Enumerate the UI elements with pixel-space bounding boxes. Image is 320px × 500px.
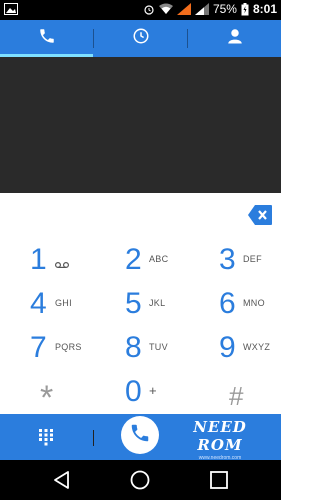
action-bar: NEED ROM www.needrom.com bbox=[0, 414, 281, 461]
back-button[interactable] bbox=[52, 470, 72, 490]
key-digit: 7 bbox=[30, 331, 47, 364]
key-8[interactable]: 8 TUV bbox=[125, 328, 195, 368]
tab-phone[interactable] bbox=[0, 20, 93, 57]
gallery-notification-icon bbox=[4, 3, 18, 18]
navigation-bar bbox=[0, 460, 281, 500]
key-9[interactable]: 9 WXYZ bbox=[219, 328, 279, 368]
key-7[interactable]: 7 PQRS bbox=[30, 328, 100, 368]
tab-bar bbox=[0, 20, 281, 57]
battery-percent: 75% bbox=[212, 2, 237, 16]
tab-contacts[interactable] bbox=[188, 20, 281, 57]
key-letters: PQRS bbox=[55, 342, 82, 352]
battery-icon bbox=[241, 2, 249, 16]
home-icon bbox=[130, 470, 150, 494]
key-letters: WXYZ bbox=[243, 342, 271, 352]
key-5[interactable]: 5 JKL bbox=[125, 284, 195, 324]
key-digit: 3 bbox=[219, 243, 236, 276]
action-divider bbox=[93, 430, 94, 446]
needrom-watermark: NEED ROM www.needrom.com bbox=[180, 418, 260, 461]
clock-time: 8:01 bbox=[252, 2, 277, 16]
call-button[interactable] bbox=[121, 416, 159, 454]
key-6[interactable]: 6 MNO bbox=[219, 284, 279, 324]
phone-icon bbox=[129, 422, 151, 449]
key-digit: # bbox=[229, 381, 244, 411]
number-display[interactable] bbox=[0, 57, 281, 193]
signal-icon bbox=[176, 3, 191, 15]
back-icon bbox=[52, 471, 72, 494]
key-star[interactable]: * bbox=[40, 376, 80, 417]
alarm-icon bbox=[143, 3, 155, 15]
recent-apps-icon bbox=[209, 471, 229, 494]
key-letters: TUV bbox=[149, 342, 168, 352]
key-4[interactable]: 4 GHI bbox=[30, 284, 100, 324]
key-digit: 9 bbox=[219, 331, 236, 364]
key-2[interactable]: 2 ABC bbox=[125, 240, 195, 280]
watermark-logo: NEED ROM bbox=[193, 418, 247, 454]
dialpad-icon bbox=[38, 429, 54, 450]
key-3[interactable]: 3 DEF bbox=[219, 240, 279, 280]
tab-recents[interactable] bbox=[94, 20, 187, 57]
voicemail-icon bbox=[54, 256, 70, 274]
backspace-icon bbox=[247, 205, 273, 230]
key-digit: 2 bbox=[125, 243, 142, 276]
key-hash[interactable]: # bbox=[229, 376, 269, 416]
key-letters: + bbox=[149, 383, 157, 398]
status-bar: 75% 8:01 bbox=[0, 0, 281, 20]
signal-icon-2 bbox=[194, 3, 209, 15]
key-letters: JKL bbox=[149, 298, 166, 308]
key-letters: MNO bbox=[243, 298, 265, 308]
key-digit: 8 bbox=[125, 331, 142, 364]
clock-icon bbox=[132, 27, 150, 50]
key-letters: GHI bbox=[55, 298, 72, 308]
key-digit: 5 bbox=[125, 287, 142, 320]
key-letters: ABC bbox=[149, 254, 169, 264]
backspace-button[interactable] bbox=[247, 204, 273, 226]
key-digit: * bbox=[40, 379, 54, 417]
key-digit: 4 bbox=[30, 287, 47, 320]
key-digit: 6 bbox=[219, 287, 236, 320]
contact-icon bbox=[226, 27, 244, 50]
dialpad-toggle-button[interactable] bbox=[38, 428, 54, 446]
key-1[interactable]: 1 bbox=[30, 240, 100, 280]
key-digit: 0 bbox=[125, 375, 142, 408]
key-digit: 1 bbox=[30, 243, 47, 276]
recent-apps-button[interactable] bbox=[209, 470, 229, 490]
key-0[interactable]: 0 + bbox=[125, 372, 195, 412]
home-button[interactable] bbox=[130, 470, 150, 490]
key-letters: DEF bbox=[243, 254, 262, 264]
wifi-icon bbox=[158, 3, 173, 15]
phone-icon bbox=[38, 27, 56, 50]
